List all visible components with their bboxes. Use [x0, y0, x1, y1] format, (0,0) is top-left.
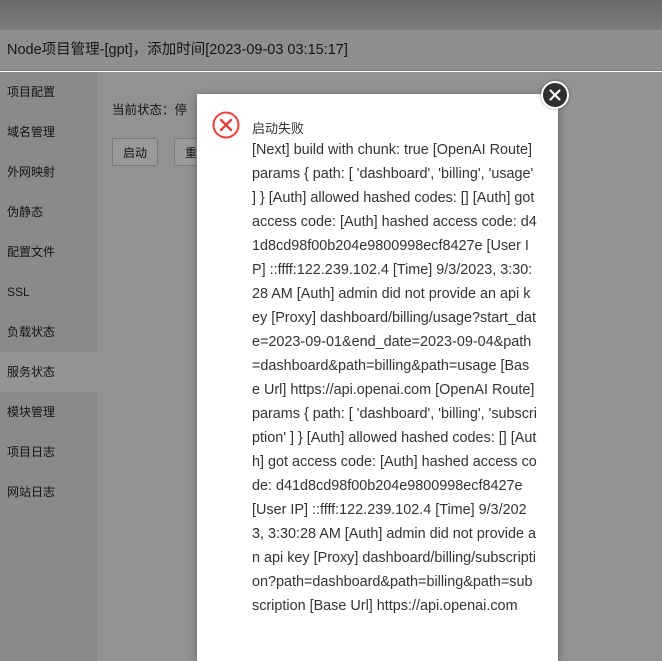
sidebar-item-site-log[interactable]: 网站日志: [0, 472, 97, 512]
sidebar-item-ssl[interactable]: SSL: [0, 272, 97, 312]
sidebar: 项目配置 域名管理 外网映射 伪静态 配置文件 SSL 负载状态 服务状态 模块…: [0, 72, 97, 661]
start-button[interactable]: 启动: [112, 138, 158, 166]
sidebar-item-rewrite[interactable]: 伪静态: [0, 192, 97, 232]
close-icon: [549, 89, 561, 101]
sidebar-item-domain[interactable]: 域名管理: [0, 112, 97, 152]
error-circle-x-icon: [212, 111, 240, 139]
sidebar-item-load-status[interactable]: 负载状态: [0, 312, 97, 352]
dialog-title: 启动失败: [252, 121, 305, 136]
dialog-message: [Next] build with chunk: true [OpenAI Ro…: [252, 142, 537, 614]
sidebar-item-project-log[interactable]: 项目日志: [0, 432, 97, 472]
close-button[interactable]: [541, 81, 569, 109]
sidebar-item-port-mapping[interactable]: 外网映射: [0, 152, 97, 192]
current-status-label: 当前状态：停: [112, 103, 188, 117]
top-strip: [0, 0, 662, 30]
window-title: Node项目管理-[gpt]，添加时间[2023-09-03 03:15:17]: [0, 30, 662, 71]
sidebar-item-service-status[interactable]: 服务状态: [0, 352, 97, 392]
sidebar-item-config-file[interactable]: 配置文件: [0, 232, 97, 272]
sidebar-item-modules[interactable]: 模块管理: [0, 392, 97, 432]
sidebar-item-project-config[interactable]: 项目配置: [0, 72, 97, 112]
error-dialog: 启动失败 [Next] build with chunk: true [Open…: [197, 94, 558, 661]
